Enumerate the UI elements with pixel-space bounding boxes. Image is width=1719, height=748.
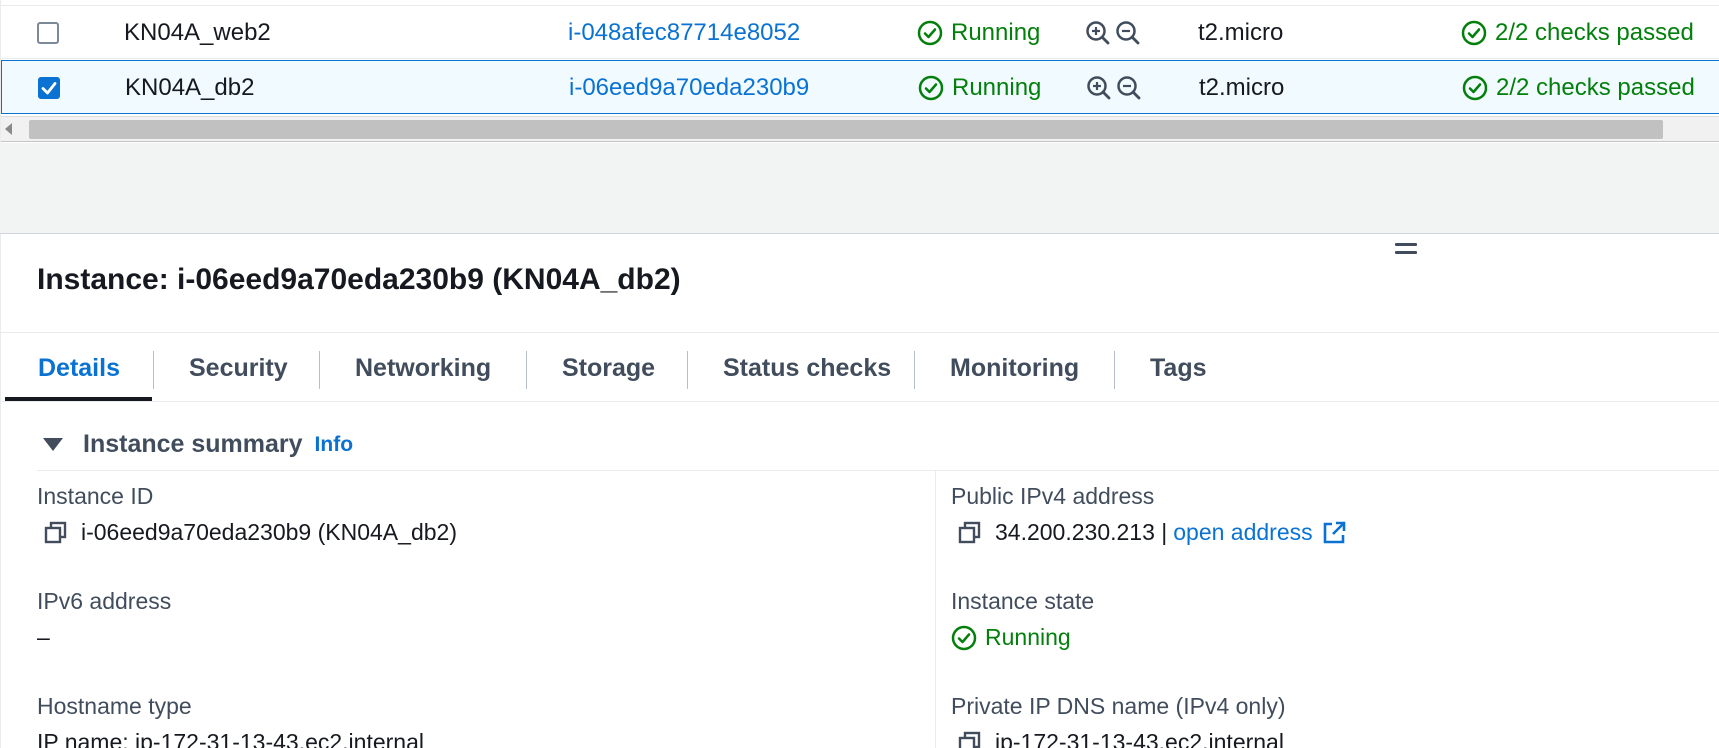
instance-name: KN04A_db2 [125,74,255,101]
zoom-out-icon[interactable] [1115,20,1141,46]
split-panel-gap [0,143,1719,234]
instance-state-value: Running [951,624,1071,651]
tab-separator [1114,351,1115,389]
zoom-in-icon[interactable] [1085,20,1111,46]
hostname-type-value: IP name: ip-172-31-13-43.ec2.internal [37,729,424,748]
instance-summary-header[interactable]: Instance summary Info [43,430,353,459]
state-label: Running [951,19,1041,46]
check-circle-icon [1461,20,1487,46]
zoom-controls [1085,6,1141,60]
tab-tags[interactable]: Tags [1150,333,1207,403]
instance-id-label: Instance ID [37,483,154,509]
row-checkbox-cell[interactable] [38,61,60,115]
instance-state: Running [917,6,1040,60]
instance-type: t2.micro [1199,74,1285,101]
tab-details[interactable]: Details [38,333,120,403]
ipv6-label: IPv6 address [37,588,172,614]
row-checkbox-checked[interactable] [38,77,60,99]
resize-handle-icon[interactable] [1395,243,1417,259]
tab-storage[interactable]: Storage [562,333,655,403]
instance-type: t2.micro [1198,19,1284,46]
open-address-link[interactable]: open address [1173,519,1312,546]
copy-icon[interactable] [957,730,983,748]
status-check: 2/2 checks passed [1462,61,1695,115]
tab-separator [687,351,688,389]
ipv6-value: – [37,624,50,650]
instances-table: KN04A_web2 i-048afec87714e8052 Running t… [0,0,1719,143]
scrollbar-thumb[interactable] [29,120,1663,139]
instance-name: KN04A_web2 [124,19,271,46]
divider [37,470,1719,471]
instance-id-value: i-06eed9a70eda230b9 (KN04A_db2) [43,519,457,546]
check-circle-icon [1462,75,1488,101]
instance-id-link[interactable]: i-06eed9a70eda230b9 [569,61,809,115]
row-checkbox-cell[interactable] [37,6,59,60]
active-tab-indicator [5,397,152,401]
instance-id-link[interactable]: i-048afec87714e8052 [568,6,800,60]
zoom-out-icon[interactable] [1116,75,1142,101]
instance-state-text: Running [985,624,1071,650]
copy-icon[interactable] [43,520,69,546]
status-check-label: 2/2 checks passed [1495,19,1694,46]
check-circle-icon [951,625,977,650]
tab-separator [319,351,320,389]
zoom-controls [1086,61,1142,115]
private-dns-text: ip-172-31-13-43.ec2.internal [995,729,1284,748]
public-ipv4-text: 34.200.230.213 | [995,519,1168,545]
caret-down-icon[interactable] [43,438,63,451]
checkmark-icon [41,82,57,95]
info-link[interactable]: Info [315,433,353,457]
state-label: Running [952,74,1042,101]
column-divider [935,470,936,748]
tab-security[interactable]: Security [189,333,288,403]
tab-separator [526,351,527,389]
page-title: Instance: i-06eed9a70eda230b9 (KN04A_db2… [37,263,681,296]
tab-monitoring[interactable]: Monitoring [950,333,1079,403]
row-checkbox[interactable] [37,22,59,44]
private-dns-label: Private IP DNS name (IPv4 only) [951,693,1286,719]
check-circle-icon [917,20,943,46]
public-ipv4-value: 34.200.230.213 | open address [957,519,1347,546]
zoom-in-icon[interactable] [1086,75,1112,101]
hostname-type-label: Hostname type [37,693,192,719]
tab-separator [914,351,915,389]
check-circle-icon [918,75,944,101]
instance-id-text: i-06eed9a70eda230b9 (KN04A_db2) [81,519,457,545]
tab-networking[interactable]: Networking [355,333,491,403]
instance-details-panel: Instance: i-06eed9a70eda230b9 (KN04A_db2… [0,234,1719,748]
external-link-icon[interactable] [1321,520,1347,546]
copy-icon[interactable] [957,520,983,546]
table-row-selected[interactable]: KN04A_db2 i-06eed9a70eda230b9 Running t2… [1,60,1719,114]
status-check-label: 2/2 checks passed [1496,74,1695,101]
tab-separator [153,351,154,389]
public-ipv4-label: Public IPv4 address [951,483,1155,509]
details-tabs: Details Security Networking Storage Stat… [1,332,1719,402]
summary-title: Instance summary [83,430,303,458]
instance-state-label: Instance state [951,588,1095,614]
tab-status-checks[interactable]: Status checks [723,333,891,403]
table-row[interactable]: KN04A_web2 i-048afec87714e8052 Running t… [1,5,1719,59]
private-dns-value: ip-172-31-13-43.ec2.internal [957,729,1284,748]
instance-state: Running [918,61,1041,115]
status-check: 2/2 checks passed [1461,6,1694,60]
scroll-left-arrow-icon[interactable] [5,123,12,135]
horizontal-scrollbar[interactable] [1,116,1719,142]
